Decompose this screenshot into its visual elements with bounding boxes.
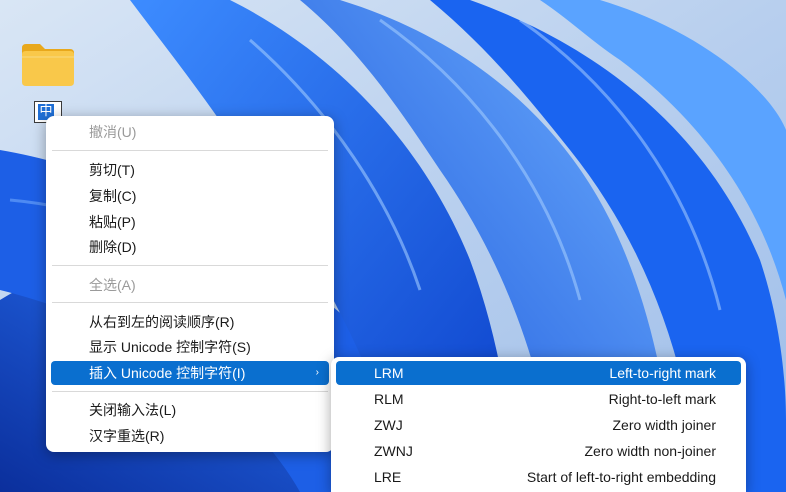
menu-item-close-ime[interactable]: 关闭输入法(L): [51, 398, 329, 422]
submenu-item-zwj[interactable]: ZWJ Zero width joiner: [336, 413, 741, 437]
submenu-item-rlm[interactable]: RLM Right-to-left mark: [336, 387, 741, 411]
menu-item-undo[interactable]: 撤消(U): [51, 120, 329, 144]
menu-item-delete[interactable]: 删除(D): [51, 235, 329, 259]
chevron-right-icon: ›: [315, 367, 319, 378]
submenu-item-lre[interactable]: LRE Start of left-to-right embedding: [336, 465, 741, 489]
menu-separator: [52, 150, 328, 151]
menu-item-label: 删除(D): [89, 239, 137, 255]
menu-item-insert-unicode-control[interactable]: 插入 Unicode 控制字符(I) ›: [51, 361, 329, 385]
unicode-control-submenu: LRM Left-to-right mark RLM Right-to-left…: [331, 357, 746, 492]
menu-item-paste[interactable]: 粘贴(P): [51, 210, 329, 234]
menu-item-select-all[interactable]: 全选(A): [51, 273, 329, 297]
edit-context-menu: 撤消(U) 剪切(T) 复制(C) 粘贴(P) 删除(D) 全选(A) 从右到左…: [46, 116, 334, 452]
control-char-description: Zero width joiner: [612, 417, 717, 433]
submenu-item-zwnj[interactable]: ZWNJ Zero width non-joiner: [336, 439, 741, 463]
control-char-description: Right-to-left mark: [608, 391, 716, 407]
menu-item-label: 从右到左的阅读顺序(R): [89, 314, 235, 330]
menu-separator: [52, 265, 328, 266]
menu-item-show-unicode-control[interactable]: 显示 Unicode 控制字符(S): [51, 335, 329, 359]
menu-item-reconvert[interactable]: 汉字重选(R): [51, 424, 329, 448]
control-char-description: Start of left-to-right embedding: [526, 469, 716, 485]
menu-item-label: 复制(C): [89, 188, 137, 204]
control-char-code: ZWNJ: [374, 443, 413, 459]
menu-item-label: 插入 Unicode 控制字符(I): [89, 365, 246, 381]
menu-separator: [52, 391, 328, 392]
control-char-code: LRE: [374, 469, 402, 485]
menu-item-cut[interactable]: 剪切(T): [51, 158, 329, 182]
menu-item-label: 全选(A): [89, 277, 136, 293]
control-char-code: LRM: [374, 365, 404, 381]
menu-item-label: 关闭输入法(L): [89, 402, 177, 418]
control-char-code: RLM: [374, 391, 404, 407]
menu-item-label: 汉字重选(R): [89, 428, 165, 444]
menu-item-rtl-reading-order[interactable]: 从右到左的阅读顺序(R): [51, 310, 329, 334]
control-char-description: Zero width non-joiner: [584, 443, 716, 459]
menu-item-label: 撤消(U): [89, 124, 137, 140]
menu-item-label: 显示 Unicode 控制字符(S): [89, 339, 251, 355]
menu-item-label: 粘贴(P): [89, 214, 136, 230]
menu-item-copy[interactable]: 复制(C): [51, 184, 329, 208]
folder-icon: [22, 44, 74, 86]
control-char-code: ZWJ: [374, 417, 403, 433]
submenu-item-lrm[interactable]: LRM Left-to-right mark: [336, 361, 741, 385]
control-char-description: Left-to-right mark: [609, 365, 716, 381]
menu-separator: [52, 302, 328, 303]
menu-item-label: 剪切(T): [89, 162, 135, 178]
